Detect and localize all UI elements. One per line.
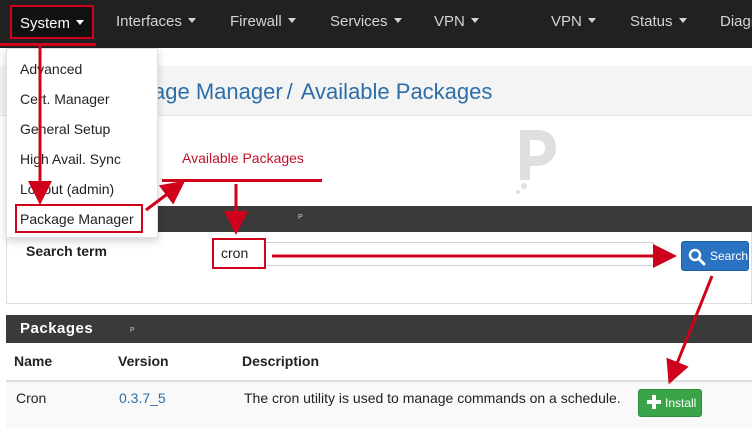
column-header-version: Version (118, 353, 169, 369)
nav-vpn-2[interactable]: VPN (551, 0, 596, 44)
packages-panel-header: Packages P (6, 315, 752, 343)
breadcrumb-parent[interactable]: kage Manager (142, 79, 283, 104)
package-name: Cron (16, 390, 47, 406)
nav-status-label: Status (630, 13, 673, 30)
nav-vpn-2-label: VPN (551, 13, 582, 30)
nav-interfaces[interactable]: Interfaces (116, 0, 196, 44)
search-button[interactable]: Search (681, 241, 749, 271)
nav-diagnostics-label: Diagi (720, 13, 752, 30)
package-description: The cron utility is used to manage comma… (244, 390, 621, 406)
install-button[interactable]: Install (638, 389, 702, 417)
watermark-mini-1: P (298, 214, 303, 221)
column-header-description: Description (242, 353, 320, 369)
nav-system[interactable]: System (10, 5, 95, 39)
packages-panel-title: Packages (20, 320, 94, 337)
caret-down-icon (587, 18, 596, 23)
menu-item-advanced[interactable]: Advanced (20, 61, 82, 77)
nav-services-label: Services (330, 13, 388, 30)
caret-down-icon (393, 18, 402, 23)
nav-services[interactable]: Services (330, 0, 402, 44)
tab-underline (162, 179, 322, 182)
package-version-link[interactable]: 0.3.7_5 (119, 390, 166, 406)
nav-firewall-label: Firewall (230, 13, 282, 30)
plus-icon (645, 393, 663, 411)
breadcrumb: kage Manager / Available Packages (142, 79, 492, 105)
nav-diagnostics[interactable]: Diagi (720, 0, 752, 44)
install-button-label: Install (665, 396, 697, 410)
nav-firewall[interactable]: Firewall (230, 0, 296, 44)
menu-item-logout[interactable]: Logout (admin) (20, 181, 114, 197)
breadcrumb-separator: / (286, 79, 293, 104)
caret-down-icon (187, 18, 196, 23)
tab-available-packages[interactable]: Available Packages (182, 150, 304, 166)
package-manager-highlight (15, 204, 143, 233)
caret-down-icon (287, 18, 296, 23)
watermark-logo (516, 130, 556, 194)
caret-down-icon (470, 18, 479, 23)
menu-item-high-avail-sync[interactable]: High Avail. Sync (20, 151, 121, 167)
menu-item-general-setup[interactable]: General Setup (20, 121, 110, 137)
breadcrumb-current[interactable]: Available Packages (301, 79, 493, 104)
caret-down-icon (76, 20, 85, 25)
nav-system-label: System (20, 15, 71, 32)
search-input[interactable] (214, 242, 654, 266)
search-button-label: Search (710, 249, 749, 263)
nav-vpn[interactable]: VPN (434, 0, 479, 44)
search-input-value[interactable]: cron (212, 238, 266, 269)
search-term-label: Search term (26, 243, 107, 259)
nav-active-underline (0, 43, 96, 46)
nav-vpn-label: VPN (434, 13, 465, 30)
menu-item-cert-manager[interactable]: Cert. Manager (20, 91, 109, 107)
caret-down-icon (678, 18, 687, 23)
search-icon (688, 248, 706, 266)
nav-interfaces-label: Interfaces (116, 13, 182, 30)
column-header-name: Name (14, 353, 53, 369)
nav-status[interactable]: Status (630, 0, 687, 44)
top-navbar: System Interfaces Firewall Services VPN … (0, 0, 752, 48)
watermark-mini-2: P (130, 327, 136, 334)
